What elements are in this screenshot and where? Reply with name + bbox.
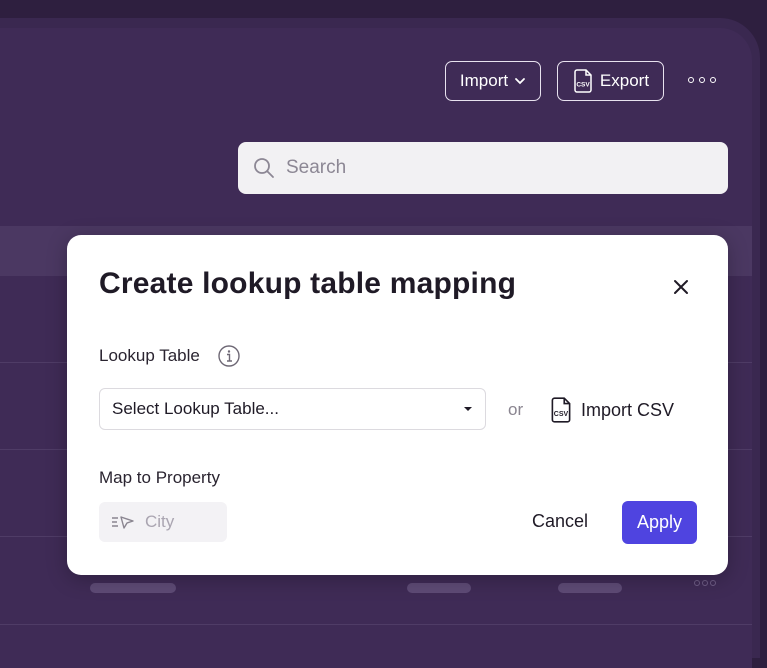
more-options-icon[interactable] — [688, 72, 716, 88]
map-to-property-label: Map to Property — [99, 468, 220, 487]
svg-text:CSV: CSV — [554, 411, 569, 418]
import-csv-label: Import CSV — [581, 399, 675, 420]
svg-text:CSV: CSV — [576, 82, 590, 89]
dialog-title: Create lookup table mapping — [99, 267, 517, 300]
create-mapping-dialog: Create lookup table mapping Lookup Table… — [67, 235, 728, 575]
lookup-table-label: Lookup Table — [99, 346, 200, 365]
info-icon[interactable] — [217, 344, 241, 368]
import-csv-button[interactable]: CSV Import CSV — [549, 396, 674, 424]
search-input[interactable] — [284, 156, 708, 180]
csv-file-icon: CSV — [574, 69, 592, 93]
import-button[interactable]: Import — [445, 61, 541, 101]
loading-placeholder — [90, 583, 176, 593]
chevron-down-icon — [515, 78, 525, 85]
search-bar[interactable] — [238, 142, 728, 194]
cancel-button[interactable]: Cancel — [532, 511, 588, 532]
export-label: Export — [599, 71, 650, 90]
loading-placeholder — [407, 583, 471, 593]
row-more-icon[interactable] — [694, 580, 716, 586]
lookup-table-select[interactable]: Select Lookup Table... — [99, 388, 486, 430]
search-icon — [254, 158, 274, 178]
loading-placeholder — [558, 583, 622, 593]
property-field[interactable]: City — [99, 502, 227, 542]
or-text: or — [508, 400, 524, 419]
export-button[interactable]: CSV Export — [557, 61, 664, 101]
csv-file-icon: CSV — [551, 397, 571, 423]
select-value: Select Lookup Table... — [112, 399, 279, 418]
row-divider — [0, 624, 752, 625]
property-value: City — [145, 512, 175, 531]
property-icon — [112, 516, 134, 529]
import-label: Import — [459, 71, 509, 90]
caret-down-icon — [464, 407, 472, 411]
close-icon[interactable] — [669, 275, 693, 299]
apply-button[interactable]: Apply — [622, 501, 697, 544]
